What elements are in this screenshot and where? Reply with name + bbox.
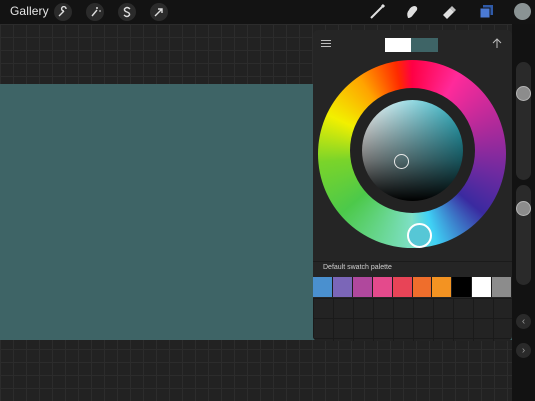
wrench-icon[interactable] (54, 3, 72, 21)
palette-label: Default swatch palette (323, 264, 392, 271)
brush-size-handle[interactable] (516, 86, 531, 101)
color-swatch[interactable] (332, 277, 353, 297)
chevron-right-icon: › (521, 345, 526, 356)
wheel-center (350, 88, 475, 213)
brush-icon[interactable] (368, 3, 386, 21)
active-color-button[interactable] (514, 3, 531, 20)
opacity-handle[interactable] (516, 201, 531, 216)
brush-size-slider[interactable] (516, 62, 531, 180)
opacity-slider[interactable] (516, 185, 531, 285)
gallery-button[interactable]: Gallery (10, 4, 49, 18)
top-toolbar: Gallery (0, 0, 535, 24)
redo-button[interactable]: › (516, 343, 531, 358)
layers-icon[interactable] (477, 3, 495, 21)
transform-arrow-icon[interactable] (150, 3, 168, 21)
color-swatch[interactable] (412, 277, 433, 297)
chevron-left-icon: ‹ (521, 316, 526, 327)
selection-s-icon[interactable] (118, 3, 136, 21)
hue-marker[interactable] (407, 223, 432, 248)
color-swatch[interactable] (313, 277, 333, 297)
current-color-swatch[interactable] (411, 38, 438, 52)
color-panel: Default swatch palette (313, 30, 512, 341)
procreate-app: Gallery ‹ › Default swatch palette (0, 0, 535, 401)
color-swatch[interactable] (452, 277, 473, 297)
color-swatch[interactable] (492, 277, 512, 297)
color-swatch[interactable] (352, 277, 373, 297)
smudge-icon[interactable] (403, 3, 421, 21)
saturation-disc[interactable] (362, 100, 463, 201)
swatch-row (313, 277, 512, 297)
color-swatch[interactable] (472, 277, 493, 297)
share-arrow-icon[interactable] (491, 36, 503, 54)
undo-button[interactable]: ‹ (516, 314, 531, 329)
panel-divider (313, 261, 512, 262)
previous-color-swatch[interactable] (385, 38, 411, 52)
eraser-icon[interactable] (440, 3, 458, 21)
empty-swatch-grid[interactable] (313, 298, 512, 341)
magic-wand-icon[interactable] (86, 3, 104, 21)
color-swatch[interactable] (372, 277, 393, 297)
menu-icon[interactable] (321, 40, 331, 49)
hue-ring[interactable] (318, 60, 506, 248)
color-swatch[interactable] (432, 277, 453, 297)
saturation-marker[interactable] (394, 154, 409, 169)
color-swatch[interactable] (392, 277, 413, 297)
